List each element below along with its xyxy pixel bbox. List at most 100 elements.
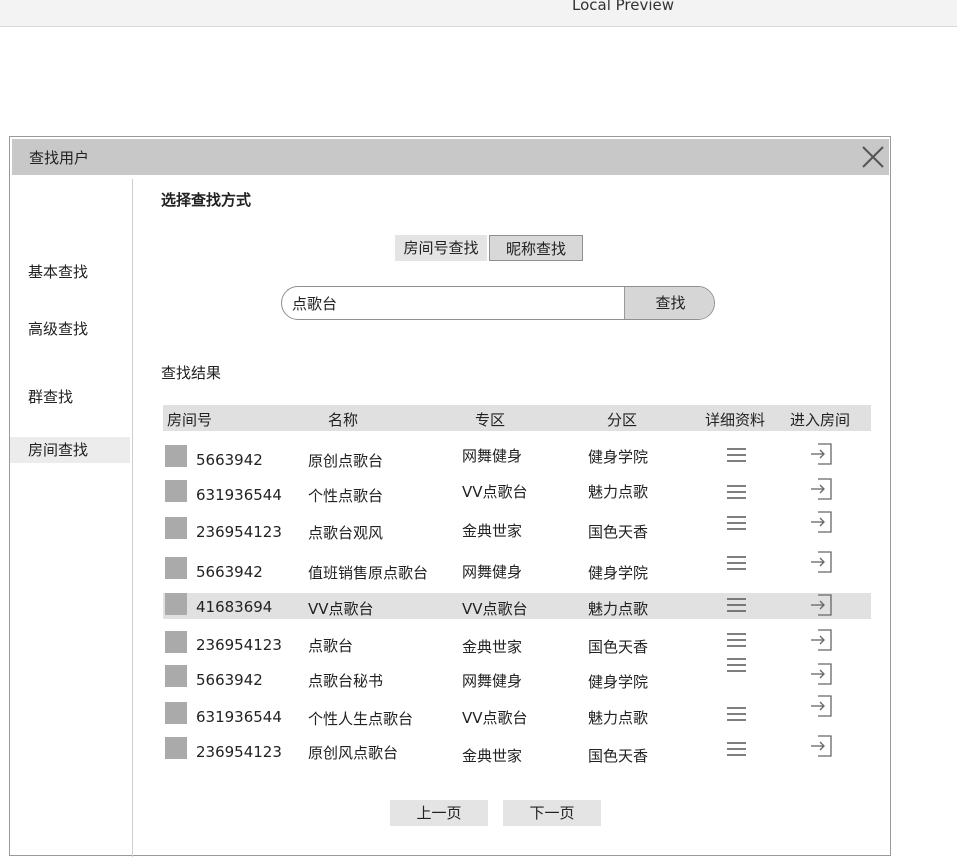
table-row[interactable]: 631936544 个性点歌台 VV点歌台 魅力点歌 (163, 476, 871, 506)
room-area: 魅力点歌 (588, 483, 649, 501)
menu-icon (727, 556, 746, 570)
room-area: 国色天香 (588, 747, 649, 765)
results-table-header: 房间号 名称 专区 分区 详细资料 进入房间 (163, 405, 871, 431)
table-row[interactable]: 631936544 个性人生点歌台 VV点歌台 魅力点歌 (163, 695, 871, 728)
menu-icon (727, 448, 746, 462)
room-name: 点歌台观风 (308, 524, 384, 542)
sidebar-item-basic-search[interactable]: 基本查找 (10, 259, 130, 285)
room-number: 5663942 (196, 563, 263, 581)
room-number: 236954123 (196, 523, 282, 541)
enter-room-button[interactable] (809, 627, 835, 657)
room-name: 原创风点歌台 (308, 744, 399, 762)
room-name: 点歌台 (308, 637, 354, 655)
room-area: 魅力点歌 (588, 600, 649, 618)
row-checkbox[interactable] (165, 517, 187, 539)
next-page-button[interactable]: 下一页 (503, 800, 601, 826)
details-button[interactable] (726, 515, 747, 535)
enter-room-icon (811, 443, 832, 465)
room-zone: VV点歌台 (462, 483, 528, 501)
row-checkbox[interactable] (165, 445, 187, 467)
enter-room-icon (811, 478, 832, 500)
room-name: 原创点歌台 (308, 452, 384, 470)
row-checkbox[interactable] (165, 480, 187, 502)
details-button[interactable] (726, 597, 747, 617)
room-number: 631936544 (196, 708, 282, 726)
room-name: 个性点歌台 (308, 487, 384, 505)
row-checkbox[interactable] (165, 631, 187, 653)
search-mode-heading: 选择查找方式 (161, 191, 252, 209)
table-row[interactable]: 236954123 点歌台 金典世家 国色天香 (163, 627, 871, 657)
details-button[interactable] (726, 484, 747, 504)
table-row-selected[interactable]: 41683694 VV点歌台 VV点歌台 魅力点歌 (163, 593, 871, 619)
table-row[interactable]: 5663942 点歌台秘书 网舞健身 健身学院 (163, 658, 871, 691)
sidebar-item-room-search[interactable]: 房间查找 (10, 437, 130, 463)
search-box: 查找 (281, 286, 715, 320)
menu-icon (727, 742, 746, 756)
room-area: 国色天香 (588, 523, 649, 541)
nickname-search-tab[interactable]: 昵称查找 (489, 235, 583, 261)
close-icon (862, 146, 884, 168)
sidebar: 基本查找 高级查找 群查找 房间查找 (10, 179, 133, 857)
menu-icon (727, 485, 746, 499)
room-name: 值班销售原点歌台 (308, 564, 429, 582)
results-heading: 查找结果 (161, 364, 222, 382)
enter-room-button[interactable] (809, 693, 835, 723)
column-header-zone: 专区 (475, 411, 506, 429)
room-area: 健身学院 (588, 673, 649, 691)
room-area: 国色天香 (588, 638, 649, 656)
column-header-enter: 进入房间 (790, 411, 851, 429)
menu-icon (727, 658, 746, 672)
enter-room-button[interactable] (809, 509, 835, 539)
row-checkbox[interactable] (165, 557, 187, 579)
column-header-room: 房间号 (167, 411, 213, 429)
row-checkbox[interactable] (165, 665, 187, 687)
table-row[interactable]: 5663942 值班销售原点歌台 网舞健身 健身学院 (163, 551, 871, 582)
enter-room-icon (811, 594, 832, 616)
details-button[interactable] (726, 447, 747, 467)
enter-room-icon (811, 551, 832, 573)
column-header-details: 详细资料 (705, 411, 766, 429)
main-panel: 选择查找方式 房间号查找 昵称查找 查找 查找结果 房间号 名称 专区 分区 详… (133, 179, 890, 855)
enter-room-button[interactable] (809, 592, 835, 622)
enter-room-button[interactable] (809, 661, 835, 691)
enter-room-icon (811, 695, 832, 717)
enter-room-button[interactable] (809, 549, 835, 579)
dialog-title: 查找用户 (29, 149, 90, 167)
details-button[interactable] (726, 741, 747, 761)
enter-room-button[interactable] (809, 441, 835, 471)
details-button[interactable] (726, 706, 747, 726)
table-row[interactable]: 236954123 原创风点歌台 金典世家 国色天香 (163, 733, 871, 765)
row-checkbox[interactable] (165, 702, 187, 724)
enter-room-button[interactable] (809, 733, 835, 763)
sidebar-item-advanced-search[interactable]: 高级查找 (10, 316, 130, 342)
enter-room-icon (811, 629, 832, 651)
menu-icon (727, 516, 746, 530)
room-area: 健身学院 (588, 564, 649, 582)
room-number: 41683694 (196, 598, 273, 616)
sidebar-item-group-search[interactable]: 群查找 (10, 384, 130, 410)
room-number: 236954123 (196, 743, 282, 761)
window-title: Local Preview (572, 0, 675, 14)
table-row[interactable]: 236954123 点歌台观风 金典世家 国色天香 (163, 511, 871, 542)
column-header-name: 名称 (328, 411, 359, 429)
prev-page-button[interactable]: 上一页 (390, 800, 488, 826)
enter-room-button[interactable] (809, 476, 835, 506)
menu-icon (727, 598, 746, 612)
room-zone: VV点歌台 (462, 709, 528, 727)
details-button[interactable] (726, 632, 747, 652)
window-titlebar: Local Preview (0, 0, 957, 27)
room-number-search-tab[interactable]: 房间号查找 (395, 235, 487, 261)
row-checkbox[interactable] (165, 737, 187, 759)
enter-room-icon (811, 511, 832, 533)
row-checkbox[interactable] (165, 593, 187, 615)
details-button[interactable] (726, 657, 747, 677)
room-name: 点歌台秘书 (308, 672, 384, 690)
room-number: 236954123 (196, 636, 282, 654)
search-input[interactable] (282, 287, 624, 319)
table-row[interactable]: 5663942 原创点歌台 网舞健身 健身学院 (163, 441, 871, 471)
room-number: 631936544 (196, 486, 282, 504)
details-button[interactable] (726, 555, 747, 575)
search-button[interactable]: 查找 (624, 287, 714, 319)
close-button[interactable] (859, 143, 887, 171)
dialog-header: 查找用户 (12, 139, 889, 175)
